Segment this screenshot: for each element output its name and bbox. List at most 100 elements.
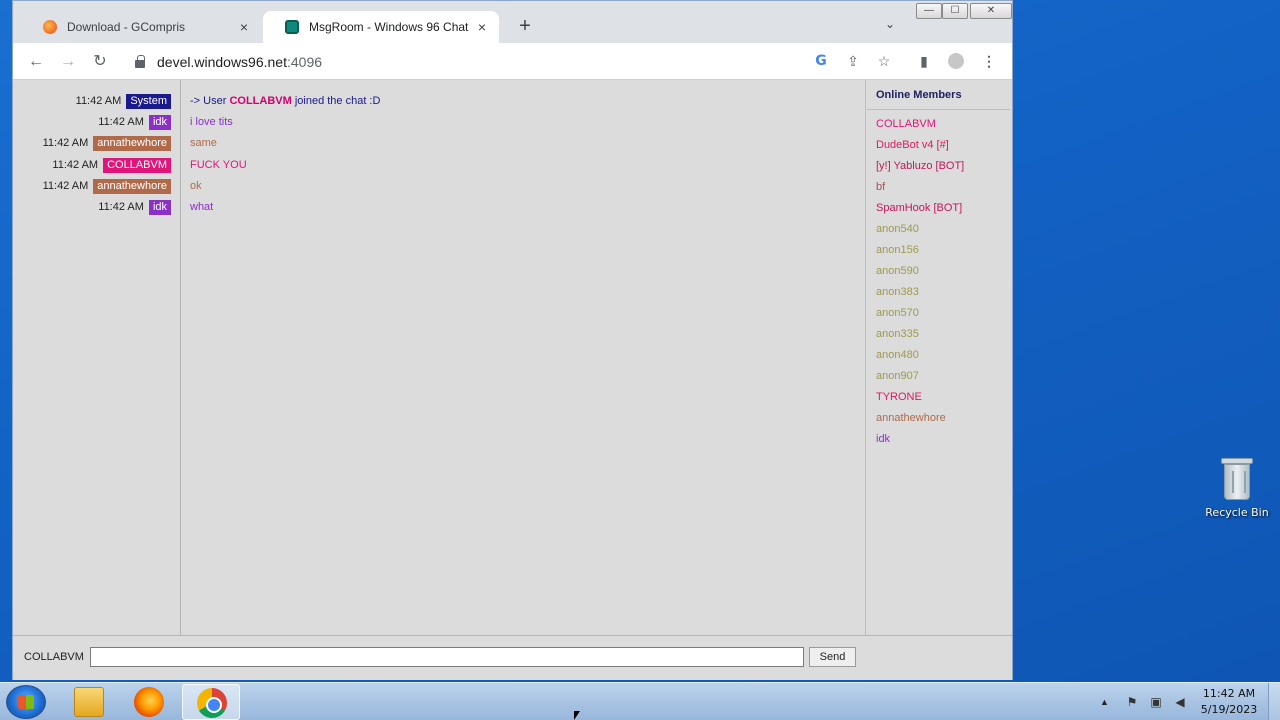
reload-button[interactable]: ↻ [89, 51, 111, 73]
member-item[interactable]: anon907 [876, 370, 919, 382]
bookmark-star-icon[interactable]: ☆ [874, 51, 894, 71]
back-button[interactable]: ← [25, 51, 47, 73]
chat-message: 11:42 AM COLLABVM FUCK YOU [13, 157, 866, 173]
member-item[interactable]: COLLABVM [876, 118, 936, 130]
lock-icon[interactable] [135, 55, 145, 68]
firefox-icon [134, 687, 164, 717]
message-time: 11:42 AM [52, 159, 99, 171]
tab-strip: Download - GCompris × MsgRoom - Windows … [13, 1, 1012, 43]
browser-menu-icon[interactable]: ⋮ [979, 51, 999, 71]
message-time: 11:42 AM [42, 180, 89, 192]
msgroom-page: 11:42 AM System -> User COLLABVM joined … [13, 80, 1012, 680]
tab-title: MsgRoom - Windows 96 Chat [309, 20, 469, 34]
message-time: 11:42 AM [98, 201, 144, 213]
taskbar-explorer-button[interactable] [60, 684, 118, 720]
taskbar: ▲ ⚑ ▣ ◀ 11:42 AM 5/19/2023 [0, 682, 1280, 720]
member-item[interactable]: anon540 [876, 223, 919, 235]
recycle-bin[interactable]: Recycle Bin [1204, 458, 1270, 519]
message-time: 11:42 AM [75, 95, 122, 107]
url-port: :4096 [286, 54, 323, 70]
taskbar-chrome-button[interactable] [182, 684, 240, 720]
system-clock[interactable]: 11:42 AM 5/19/2023 [1196, 686, 1262, 718]
url-host: devel.windows96.net [157, 54, 287, 70]
message-nick[interactable]: annathewhore [93, 178, 171, 194]
system-prefix: -> User [190, 95, 230, 107]
member-item[interactable]: anon570 [876, 307, 919, 319]
message-nick[interactable]: System [126, 93, 171, 109]
message-text: i love tits [190, 116, 233, 128]
chat-message: 11:42 AM System -> User COLLABVM joined … [13, 93, 866, 109]
message-input[interactable] [90, 647, 804, 667]
chrome-icon [197, 688, 227, 718]
start-button[interactable] [6, 685, 46, 719]
chat-message: 11:42 AM annathewhore same [13, 135, 866, 151]
tab-title: Download - GCompris [67, 20, 186, 34]
network-icon[interactable]: ▣ [1148, 695, 1164, 709]
member-item[interactable]: annathewhore [876, 412, 946, 424]
close-window-button[interactable]: ✕ [970, 3, 1012, 19]
chat-log[interactable]: 11:42 AM System -> User COLLABVM joined … [13, 80, 866, 635]
message-text: same [190, 137, 217, 149]
recycle-bin-icon [1221, 458, 1253, 502]
tab-gcompris[interactable]: Download - GCompris × [21, 11, 261, 43]
chat-input-bar: COLLABVM Send [13, 635, 1012, 680]
system-suffix: joined the chat :D [291, 95, 381, 107]
tab-search-button[interactable]: ⌄ [885, 17, 895, 31]
message-time: 11:42 AM [42, 137, 89, 149]
member-item[interactable]: bf [876, 181, 885, 193]
side-panel-icon[interactable]: ▮ [914, 51, 934, 71]
online-members-title: Online Members [867, 80, 1010, 110]
member-item[interactable]: SpamHook [BOT] [876, 202, 962, 214]
minimize-button[interactable]: — [916, 3, 942, 19]
google-translate-icon[interactable]: G [811, 51, 831, 71]
mouse-cursor-icon [574, 711, 580, 720]
online-members-panel: Online Members COLLABVM DudeBot v4 [#] [… [867, 80, 1012, 635]
profile-avatar-icon[interactable] [946, 51, 966, 71]
maximize-button[interactable]: ☐ [942, 3, 968, 19]
message-text: ok [190, 180, 202, 192]
share-icon[interactable]: ⇪ [843, 51, 863, 71]
send-button[interactable]: Send [809, 647, 856, 667]
url-text: devel.windows96.net:4096 [157, 54, 322, 70]
chat-message: 11:42 AM annathewhore ok [13, 178, 866, 194]
message-text: -> User COLLABVM joined the chat :D [190, 93, 380, 109]
browser-toolbar: ← → ↻ devel.windows96.net:4096 G ⇪ ☆ ▮ ⋮ [13, 43, 1012, 80]
message-text: what [190, 201, 214, 213]
member-item[interactable]: [y!] Yabluzo [BOT] [876, 160, 964, 172]
gcompris-favicon-icon [43, 20, 57, 34]
member-item[interactable]: anon480 [876, 349, 919, 361]
current-username: COLLABVM [24, 651, 84, 663]
tab-close-icon[interactable]: × [475, 19, 489, 35]
msgroom-favicon-icon [285, 20, 299, 34]
message-nick[interactable]: annathewhore [93, 135, 171, 151]
clock-date: 5/19/2023 [1200, 703, 1258, 716]
clock-time: 11:42 AM [1202, 687, 1256, 700]
member-item[interactable]: TYRONE [876, 391, 922, 403]
show-desktop-button[interactable] [1268, 683, 1280, 720]
volume-muted-icon[interactable]: ◀ [1172, 695, 1188, 709]
tab-close-icon[interactable]: × [237, 19, 251, 35]
taskbar-firefox-button[interactable] [120, 684, 178, 720]
forward-button[interactable]: → [57, 51, 79, 73]
message-nick[interactable]: idk [148, 114, 171, 130]
recycle-bin-label: Recycle Bin [1205, 506, 1269, 519]
folder-icon [74, 687, 104, 717]
member-item[interactable]: anon383 [876, 286, 919, 298]
member-item[interactable]: anon156 [876, 244, 919, 256]
chat-message: 11:42 AM idk i love tits [13, 114, 866, 130]
member-item[interactable]: idk [876, 433, 890, 445]
action-center-flag-icon[interactable]: ⚑ [1124, 695, 1140, 709]
member-item[interactable]: anon590 [876, 265, 919, 277]
show-hidden-icons-button[interactable]: ▲ [1100, 683, 1109, 720]
browser-window: Download - GCompris × MsgRoom - Windows … [12, 0, 1013, 680]
member-item[interactable]: anon335 [876, 328, 919, 340]
message-time: 11:42 AM [98, 116, 144, 128]
member-item[interactable]: DudeBot v4 [#] [876, 139, 949, 151]
tab-msgroom[interactable]: MsgRoom - Windows 96 Chat × [263, 11, 499, 43]
joined-user-nick: COLLABVM [229, 95, 292, 107]
new-tab-button[interactable]: + [513, 15, 537, 38]
message-nick[interactable]: COLLABVM [103, 157, 171, 173]
chat-message: 11:42 AM idk what [13, 199, 866, 215]
address-bar[interactable]: devel.windows96.net:4096 [123, 47, 1003, 77]
message-nick[interactable]: idk [148, 199, 171, 215]
